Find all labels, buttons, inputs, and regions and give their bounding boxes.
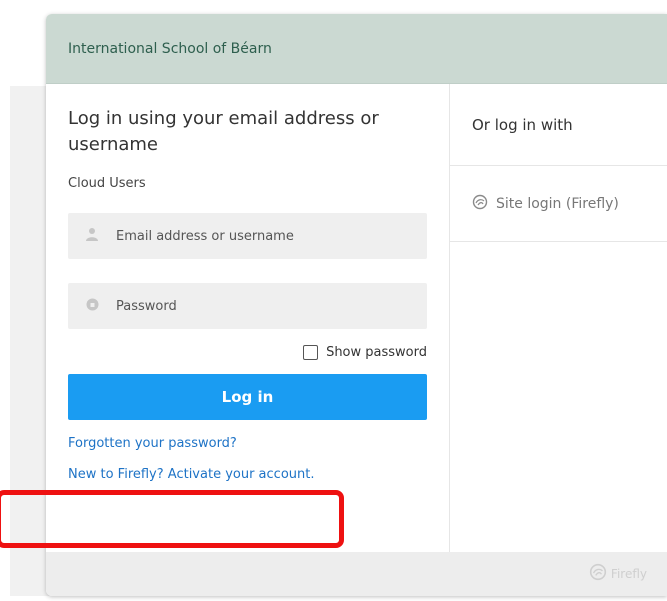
school-name: International School of Béarn — [68, 40, 272, 57]
email-input[interactable] — [114, 227, 398, 245]
password-field[interactable] — [68, 283, 427, 329]
show-password-label[interactable]: Show password — [326, 345, 427, 360]
activate-account-link[interactable]: New to Firefly? Activate your account. — [68, 467, 427, 482]
site-login-option[interactable]: Site login (Firefly) — [450, 166, 667, 242]
show-password-row[interactable]: Show password — [68, 345, 427, 360]
footer-brand: Firefly — [610, 567, 647, 581]
card-header: International School of Béarn — [46, 14, 667, 84]
site-login-label[interactable]: Site login (Firefly) — [496, 196, 619, 212]
login-title: Log in using your email address or usern… — [68, 108, 379, 155]
cloud-users-heading: Cloud Users — [68, 176, 146, 191]
email-field[interactable] — [68, 213, 427, 259]
alternate-login-title: Or log in with — [450, 84, 667, 166]
lock-icon — [82, 298, 102, 315]
login-card: International School of Béarn Log in usi… — [46, 14, 667, 596]
forgot-password-link[interactable]: Forgotten your password? — [68, 436, 427, 451]
firefly-footer-icon — [589, 563, 607, 585]
show-password-checkbox[interactable] — [303, 345, 319, 360]
login-form-panel: Log in using your email address or usern… — [46, 84, 450, 552]
user-icon — [82, 227, 102, 245]
password-input[interactable] — [114, 297, 398, 315]
login-button[interactable]: Log in — [68, 374, 427, 420]
card-footer: Firefly — [46, 552, 667, 596]
firefly-logo-icon — [472, 194, 488, 214]
alternate-login-panel: Or log in with Site login (Firefly) — [450, 84, 667, 552]
